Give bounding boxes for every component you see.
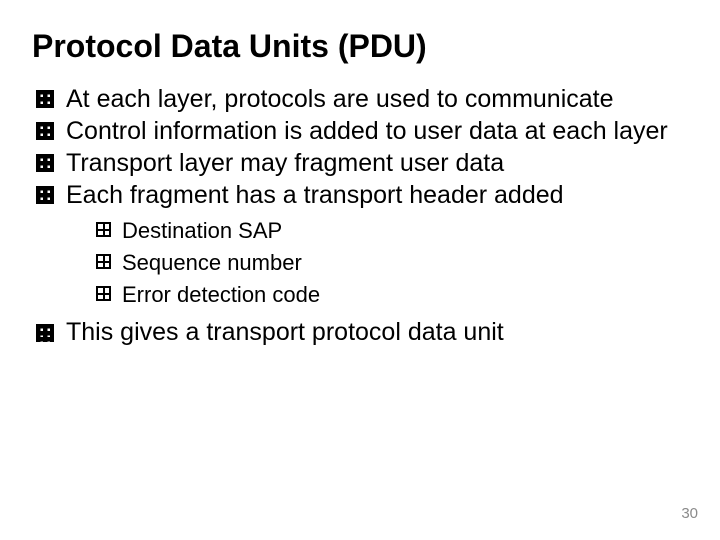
bullet-item: Each fragment has a transport header add… (36, 179, 688, 311)
slide: Protocol Data Units (PDU) At each layer,… (0, 0, 720, 540)
bullet-item: Control information is added to user dat… (36, 115, 688, 147)
bullet-item: At each layer, protocols are used to com… (36, 83, 688, 115)
sub-bullet-item: Error detection code (96, 279, 688, 311)
sub-bullet-list: Destination SAP Sequence number Error de… (66, 215, 688, 311)
page-number: 30 (681, 505, 698, 522)
bullet-item: This gives a transport protocol data uni… (36, 316, 688, 348)
bullet-text: Each fragment has a transport header add… (66, 181, 564, 209)
sub-bullet-item: Destination SAP (96, 215, 688, 247)
bullet-list: At each layer, protocols are used to com… (32, 83, 688, 349)
sub-bullet-item: Sequence number (96, 247, 688, 279)
slide-title: Protocol Data Units (PDU) (32, 28, 688, 65)
bullet-item: Transport layer may fragment user data (36, 147, 688, 179)
